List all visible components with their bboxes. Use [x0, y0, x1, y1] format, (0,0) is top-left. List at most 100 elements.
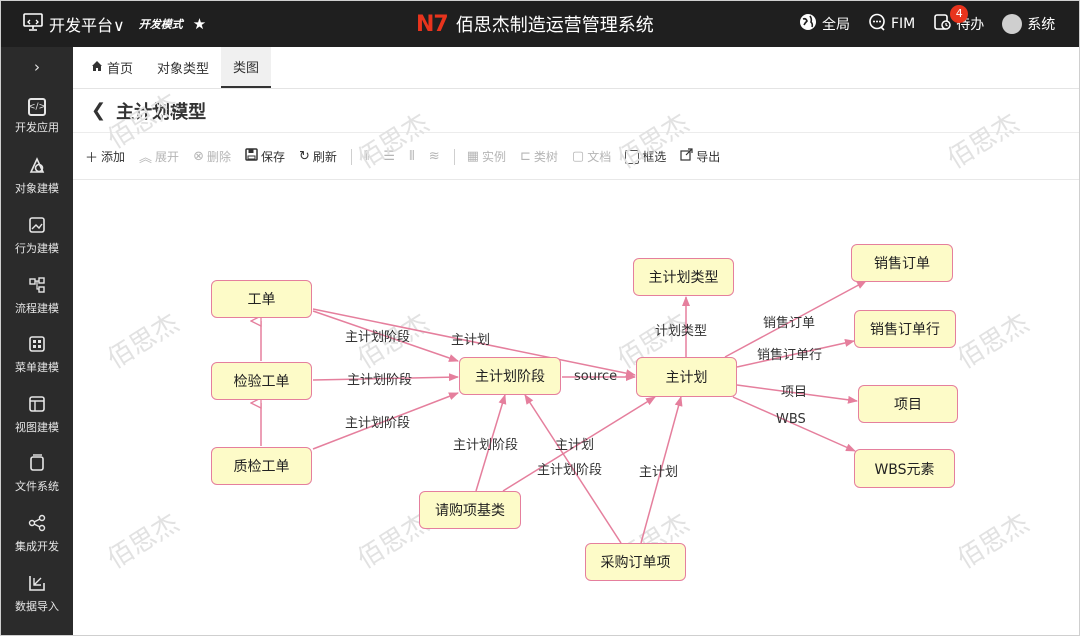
add-label: 添加 — [101, 150, 126, 164]
node-plan-stage[interactable]: 主计划阶段 — [459, 357, 561, 395]
sidebar-item-label: 对象建模 — [15, 182, 59, 196]
sidebar-item-integration[interactable]: 集成开发 — [1, 504, 73, 564]
platform-switcher[interactable]: 开发平台∨ 开发模式 ★ — [23, 1, 206, 47]
edge-label-stage-plan: source — [574, 369, 618, 384]
sidebar-item-view-model[interactable]: 视图建模 — [1, 385, 73, 445]
refresh-label: 刷新 — [312, 150, 337, 164]
distribute-v-icon: ≋ — [428, 149, 440, 164]
page-header: ❮ 主计划模型 — [73, 89, 1079, 133]
platform-label[interactable]: 开发平台∨ — [49, 12, 125, 36]
fim-label: FIM — [891, 16, 916, 32]
document-icon: ▢ — [571, 149, 585, 164]
avatar — [1002, 14, 1023, 34]
tab-home[interactable]: 首页 — [79, 47, 145, 88]
export-button[interactable]: 导出 — [680, 148, 720, 165]
page-title: 主计划模型 — [116, 101, 207, 123]
node-purchase-req[interactable]: 请购项基类 — [419, 491, 521, 529]
box-select-toggle[interactable]: 框选 — [625, 148, 666, 165]
edge-label-plan-type: 计划类型 — [655, 324, 708, 339]
user-menu[interactable]: 系统 — [1002, 14, 1055, 34]
node-project[interactable]: 项目 — [858, 385, 958, 423]
fim-button[interactable]: FIM — [868, 13, 915, 36]
top-actions: 全局 FIM 4 待办 系统 — [799, 1, 1073, 47]
flow-icon — [28, 276, 46, 297]
delete-button[interactable]: ⊗ 删除 — [193, 148, 231, 165]
node-sales-order[interactable]: 销售订单 — [851, 244, 953, 282]
delete-icon: ⊗ — [193, 149, 204, 164]
expand-icon: ︽ — [139, 151, 153, 166]
add-button[interactable]: ＋ 添加 — [85, 147, 125, 166]
edge-label-pl-stage: 主计划阶段 — [537, 463, 603, 478]
import-icon — [28, 574, 46, 595]
edge-label-qc-stage: 主计划阶段 — [345, 416, 411, 431]
class-diagram-canvas[interactable]: 佰思杰 佰思杰 佰思杰 佰思杰 佰思杰 佰思杰 佰思杰 佰思杰 佰思杰 佰思杰 … — [73, 88, 1079, 635]
tab-object-type[interactable]: 对象类型 — [145, 47, 221, 88]
node-plan-type[interactable]: 主计划类型 — [633, 258, 734, 296]
save-button[interactable]: 保存 — [245, 148, 285, 165]
align-left-button[interactable]: ⫴ — [364, 149, 369, 164]
class-tree-label: 类树 — [533, 150, 558, 164]
node-plan[interactable]: 主计划 — [636, 357, 737, 397]
export-label: 导出 — [696, 150, 721, 164]
export-icon — [680, 148, 693, 165]
file-icon — [28, 454, 46, 475]
tab-label: 类图 — [233, 61, 260, 76]
instance-button[interactable]: ▦ 实例 — [467, 148, 506, 165]
edge-label-plan-project: 项目 — [781, 385, 808, 400]
sidebar-item-dev-app[interactable]: </> 开发应用 — [1, 87, 73, 147]
document-label: 文档 — [587, 150, 612, 164]
align-top-icon: ☰ — [383, 149, 396, 164]
edge-label-req-stage: 主计划阶段 — [453, 438, 519, 453]
sidebar-toggle[interactable]: › — [1, 47, 73, 87]
expand-button[interactable]: ︽ 展开 — [139, 147, 179, 166]
sidebar-item-data-import[interactable]: 数据导入 — [1, 564, 73, 624]
tab-class-diagram[interactable]: 类图 — [221, 47, 272, 88]
edge-label-wo-plan: 主计划 — [451, 333, 491, 348]
sidebar-item-flow-model[interactable]: 流程建模 — [1, 266, 73, 326]
mode-label: 开发模式 — [138, 18, 183, 31]
monitor-code-icon: </> — [28, 98, 46, 117]
checkbox-icon[interactable] — [625, 149, 640, 164]
chat-icon — [868, 13, 886, 36]
todo-button[interactable]: 4 待办 — [933, 4, 984, 36]
edge-label-io-stage: 主计划阶段 — [347, 373, 413, 388]
picture-icon — [28, 216, 46, 237]
distribute-h-button[interactable]: ⦀ — [409, 149, 415, 164]
global-label: 全局 — [822, 17, 850, 33]
edge-label-plan-wbs: WBS — [776, 412, 806, 427]
sidebar-item-menu-model[interactable]: 菜单建模 — [1, 325, 73, 385]
sidebar-item-object-model[interactable]: 对象建模 — [1, 147, 73, 207]
global-button[interactable]: 全局 — [799, 13, 850, 36]
node-purchase-line[interactable]: 采购订单项 — [585, 543, 686, 581]
distribute-v-button[interactable]: ≋ — [429, 149, 440, 164]
sidebar-item-file-system[interactable]: 文件系统 — [1, 445, 73, 505]
toolbar-divider — [453, 148, 455, 165]
sidebar-item-label: 菜单建模 — [15, 361, 59, 375]
edge-label-wo-stage: 主计划阶段 — [345, 330, 411, 345]
tab-bar: 首页 对象类型 类图 — [73, 47, 1079, 89]
edge-label-pl-plan: 主计划 — [639, 465, 679, 480]
sidebar-item-label: 流程建模 — [15, 301, 59, 315]
refresh-icon: ↻ — [299, 149, 310, 164]
tab-label: 对象类型 — [157, 62, 210, 77]
user-label: 系统 — [1027, 17, 1056, 33]
sidebar-item-label: 文件系统 — [15, 480, 59, 494]
star-icon[interactable]: ★ — [193, 15, 206, 33]
expand-label: 展开 — [155, 150, 180, 164]
node-wbs[interactable]: WBS元素 — [854, 449, 955, 488]
brand: N7 佰思杰制造运营管理系统 — [416, 1, 654, 47]
node-sales-order-line[interactable]: 销售订单行 — [854, 310, 956, 348]
node-qc-order[interactable]: 质检工单 — [211, 447, 312, 485]
table-icon: ▦ — [466, 149, 479, 164]
refresh-button[interactable]: ↻ 刷新 — [299, 148, 337, 165]
class-tree-button[interactable]: ⊏ 类树 — [520, 148, 558, 165]
sidebar-item-behavior-model[interactable]: 行为建模 — [1, 206, 73, 266]
tab-label: 首页 — [107, 62, 134, 77]
toolbar-divider — [350, 148, 352, 165]
document-button[interactable]: ▢ 文档 — [572, 148, 611, 165]
back-icon[interactable]: ❮ — [91, 100, 106, 121]
node-inspect-order[interactable]: 检验工单 — [211, 362, 312, 400]
node-work-order[interactable]: 工单 — [211, 280, 312, 318]
distribute-h-icon: ⦀ — [409, 149, 415, 164]
align-top-button[interactable]: ☰ — [383, 149, 395, 164]
